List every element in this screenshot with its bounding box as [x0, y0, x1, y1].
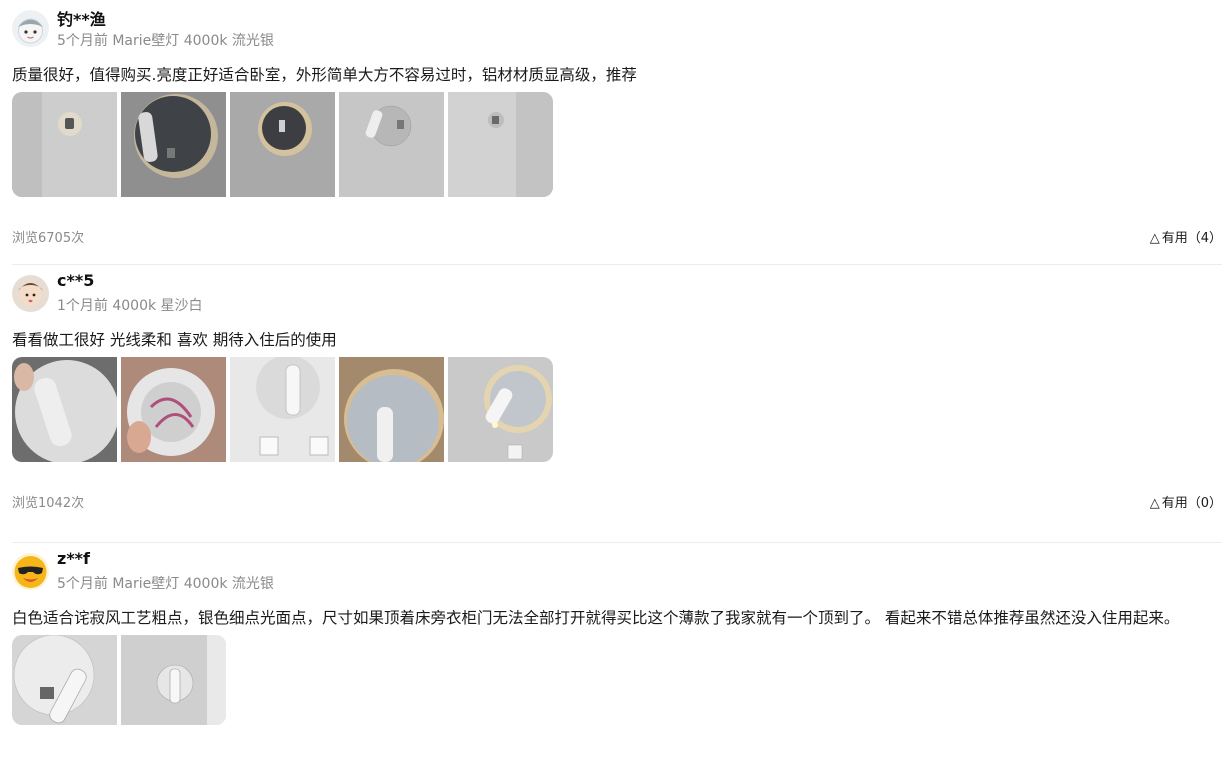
review-photo[interactable]: [12, 635, 117, 725]
review-item: c**5 1个月前 4000k 星沙白 看看做工很好 光线柔和 喜欢 期待入住后…: [12, 265, 1222, 543]
review-photo[interactable]: [121, 92, 226, 197]
review-photo[interactable]: [448, 357, 553, 462]
review-photo[interactable]: [12, 92, 117, 197]
photo-strip: [12, 635, 226, 725]
avatar[interactable]: [12, 10, 49, 47]
review-photo[interactable]: [121, 635, 226, 725]
avatar[interactable]: [12, 553, 49, 590]
username: c**5: [57, 271, 95, 290]
review-text: 质量很好，值得购买.亮度正好适合卧室，外形简单大方不容易过时，铝材材质显高级，推…: [12, 66, 637, 84]
cartoon-avatar-icon: [12, 10, 49, 47]
view-count: 浏览1042次: [12, 496, 85, 511]
review-header: 钓**渔 5个月前 Marie壁灯 4000k 流光银: [12, 0, 1222, 50]
triangle-up-icon: △: [1149, 496, 1160, 511]
review-header: c**5 1个月前 4000k 星沙白: [12, 265, 1222, 315]
review-photo[interactable]: [230, 357, 335, 462]
useful-label: 有用（0）: [1161, 496, 1222, 511]
review-item: 钓**渔 5个月前 Marie壁灯 4000k 流光银 质量很好，值得购买.亮度…: [12, 0, 1222, 265]
review-photo[interactable]: [121, 357, 226, 462]
useful-button[interactable]: △ 有用（0）: [1150, 492, 1222, 511]
review-photo[interactable]: [448, 92, 553, 197]
review-meta: 1个月前 4000k 星沙白: [57, 298, 203, 314]
useful-label: 有用（4）: [1161, 231, 1222, 246]
username: 钓**渔: [57, 10, 106, 29]
review-photo[interactable]: [12, 357, 117, 462]
username: z**f: [57, 549, 91, 568]
avatar[interactable]: [12, 275, 49, 312]
review-header: z**f 5个月前 Marie壁灯 4000k 流光银: [12, 543, 1222, 593]
review-footer: 浏览1042次 △ 有用（0）: [12, 462, 1222, 527]
review-text: 白色适合诧寂风工艺粗点，银色细点光面点，尺寸如果顶着床旁衣柜门无法全部打开就得买…: [12, 609, 1180, 627]
triangle-up-icon: △: [1149, 231, 1160, 246]
photo-strip: [12, 92, 553, 197]
child-photo-avatar-icon: [12, 275, 49, 312]
review-item: z**f 5个月前 Marie壁灯 4000k 流光银 白色适合诧寂风工艺粗点，…: [12, 543, 1222, 725]
review-photo[interactable]: [230, 92, 335, 197]
review-footer: 浏览6705次 △ 有用（4）: [12, 197, 1222, 262]
sunglasses-duck-avatar-icon: [12, 553, 49, 590]
photo-strip: [12, 357, 553, 462]
useful-button[interactable]: △ 有用（4）: [1150, 227, 1222, 246]
review-photo[interactable]: [339, 357, 444, 462]
review-text: 看看做工很好 光线柔和 喜欢 期待入住后的使用: [12, 331, 337, 349]
view-count: 浏览6705次: [12, 231, 85, 246]
review-photo[interactable]: [339, 92, 444, 197]
review-meta: 5个月前 Marie壁灯 4000k 流光银: [57, 33, 274, 49]
review-meta: 5个月前 Marie壁灯 4000k 流光银: [57, 576, 274, 592]
